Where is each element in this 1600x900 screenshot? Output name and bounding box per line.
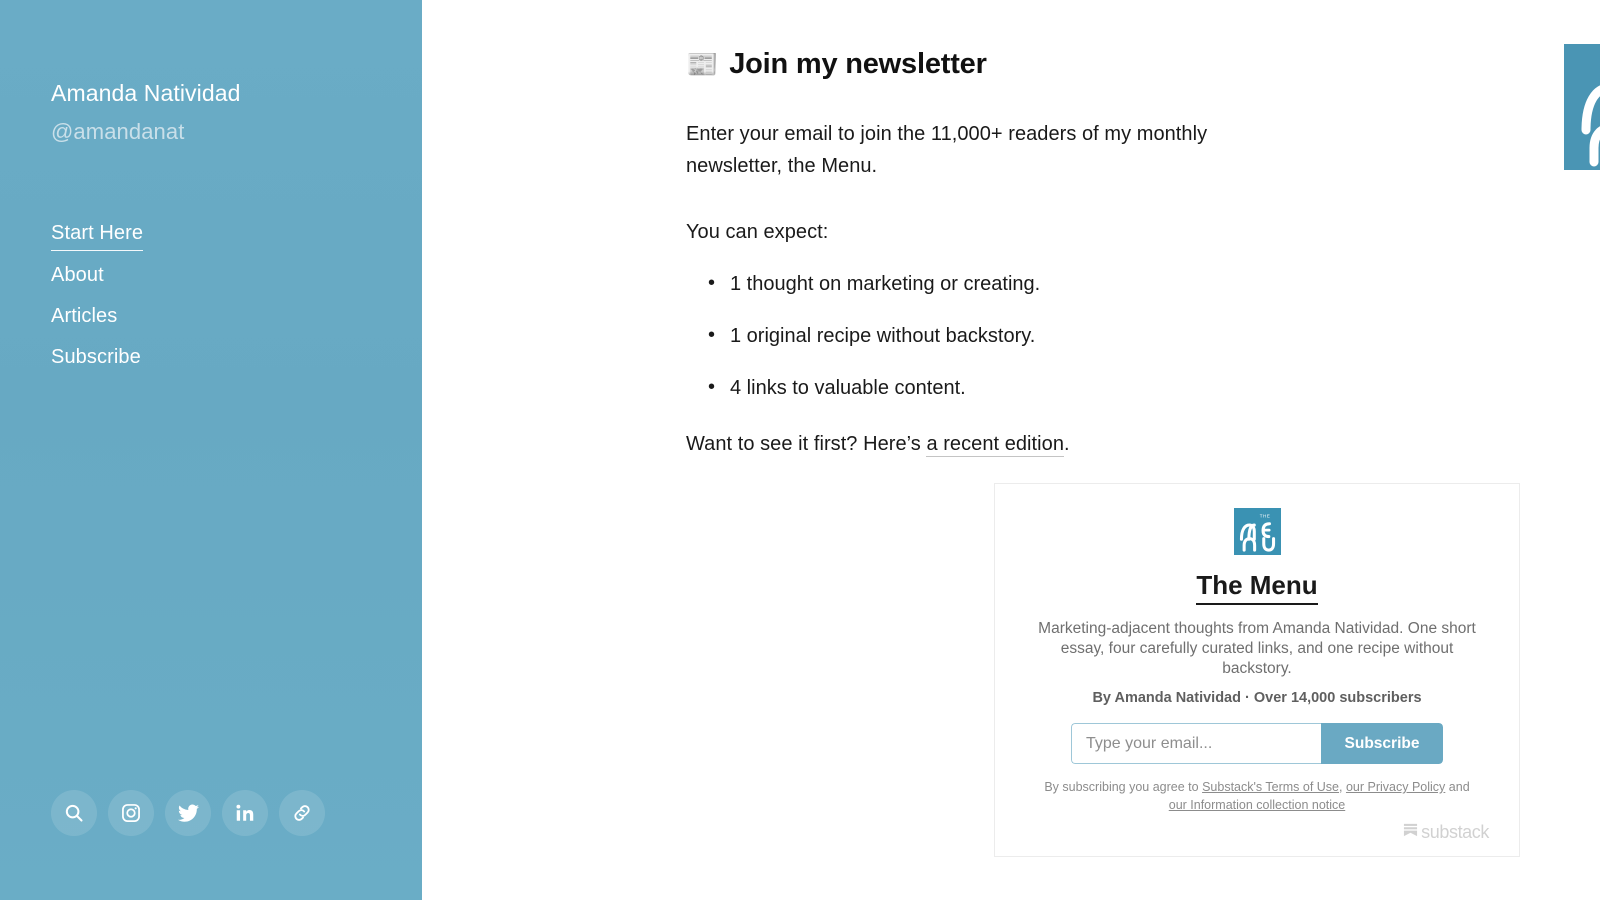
legal-prefix: By subscribing you agree to xyxy=(1044,780,1203,794)
legal-sep-1: , xyxy=(1339,780,1346,794)
substack-icon xyxy=(1403,822,1418,842)
search-button[interactable] xyxy=(51,790,97,836)
intro-paragraph: Enter your email to join the 11,000+ rea… xyxy=(686,123,1208,177)
sidebar-item-subscribe[interactable]: Subscribe xyxy=(51,344,141,370)
legal-sep-2: and xyxy=(1445,780,1470,794)
article-body: 📰 Join my newsletter Enter your email to… xyxy=(686,0,1520,857)
twitter-icon xyxy=(177,802,200,825)
svg-text:THE: THE xyxy=(1259,514,1270,519)
search-icon xyxy=(63,802,85,824)
linkedin-button[interactable] xyxy=(222,790,268,836)
privacy-policy-link[interactable]: our Privacy Policy xyxy=(1346,780,1445,794)
sidebar-identity: Amanda Natividad @amandanat xyxy=(51,78,402,146)
sidebar: Amanda Natividad @amandanat Start Here A… xyxy=(0,0,422,900)
subscribe-form: Subscribe xyxy=(1071,723,1443,764)
sidebar-item-articles[interactable]: Articles xyxy=(51,303,117,329)
expect-label: You can expect: xyxy=(686,221,829,243)
author-handle: @amandanat xyxy=(51,119,185,144)
preview-suffix: . xyxy=(1064,433,1070,455)
link-icon xyxy=(291,802,313,824)
preview-paragraph: Want to see it first? Here’s a recent ed… xyxy=(686,428,1306,460)
powered-by-substack[interactable]: substack xyxy=(1025,822,1489,842)
headline-row: 📰 Join my newsletter xyxy=(686,44,1306,84)
information-collection-link[interactable]: our Information collection notice xyxy=(1169,798,1345,812)
page-title: 📰 Join my newsletter xyxy=(686,44,987,84)
the-menu-logo: THE xyxy=(1564,44,1600,170)
instagram-button[interactable] xyxy=(108,790,154,836)
subscribe-button[interactable]: Subscribe xyxy=(1321,723,1443,764)
substack-embed-card: THE The Menu Marketing-adjacent thoughts… xyxy=(994,483,1520,857)
sidebar-item-about[interactable]: About xyxy=(51,262,104,288)
list-item: 1 thought on marketing or creating. xyxy=(708,269,1306,298)
linkedin-icon xyxy=(234,802,256,824)
the-menu-logo-small: THE xyxy=(1233,508,1281,555)
terms-of-use-link[interactable]: Substack's Terms of Use xyxy=(1202,780,1339,794)
embed-title-link[interactable]: The Menu xyxy=(1196,569,1318,605)
email-input[interactable] xyxy=(1071,723,1321,764)
author-name: Amanda Natividad xyxy=(51,80,241,106)
main-content: THE 📰 Join my newsletter Enter your emai… xyxy=(422,0,1600,900)
page-root: Amanda Natividad @amandanat Start Here A… xyxy=(0,0,1600,900)
page-title-text: Join my newsletter xyxy=(729,48,987,80)
sidebar-item-start-here[interactable]: Start Here xyxy=(51,220,144,251)
list-item: 1 original recipe without backstory. xyxy=(708,321,1306,350)
link-button[interactable] xyxy=(279,790,325,836)
instagram-icon xyxy=(120,802,142,824)
list-item: 4 links to valuable content. xyxy=(708,373,1306,402)
sidebar-nav: Start Here About Articles Subscribe xyxy=(51,220,144,385)
social-links xyxy=(51,790,325,836)
substack-wordmark: substack xyxy=(1421,822,1489,842)
expect-list: 1 thought on marketing or creating. 1 or… xyxy=(686,269,1306,402)
newspaper-icon: 📰 xyxy=(686,49,719,79)
preview-prefix: Want to see it first? Here’s xyxy=(686,433,927,455)
legal-text: By subscribing you agree to Substack's T… xyxy=(1039,778,1475,814)
recent-edition-link[interactable]: a recent edition xyxy=(926,433,1064,457)
twitter-button[interactable] xyxy=(165,790,211,836)
embed-byline: By Amanda Natividad · Over 14,000 subscr… xyxy=(1092,690,1422,706)
embed-description: Marketing-adjacent thoughts from Amanda … xyxy=(1038,620,1476,677)
